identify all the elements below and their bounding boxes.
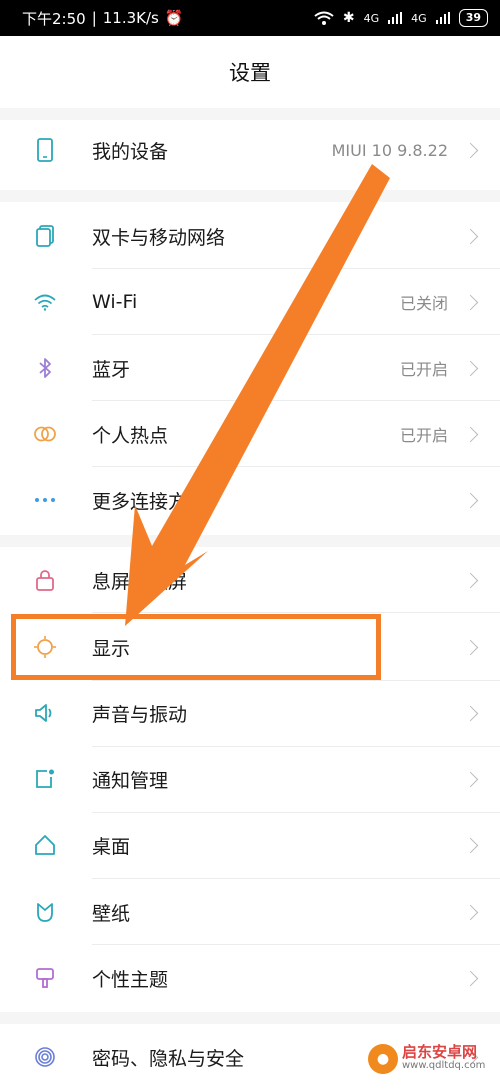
wifi-icon: [314, 11, 334, 25]
chevron-right-icon: [462, 771, 479, 787]
brush-icon: [33, 966, 57, 990]
watermark-url: www.qdltdq.com: [402, 1060, 486, 1071]
settings-item-label: 通知管理: [92, 769, 169, 792]
status-time: 下午2:50: [22, 9, 86, 28]
divider: [92, 612, 500, 613]
fingerprint-icon: [33, 1045, 57, 1069]
speaker-icon: [33, 701, 57, 725]
tulip-icon: [33, 900, 57, 924]
page-title: 设置: [229, 61, 271, 85]
signal-icon: [435, 12, 450, 24]
battery-icon: 39: [458, 9, 488, 27]
settings-item-my-device[interactable]: 我的设备 MIUI 10 9.8.22: [0, 117, 500, 183]
watermark-logo-icon: ●: [368, 1044, 398, 1074]
settings-item-value: 已开启: [399, 426, 448, 445]
settings-item-label: Wi-Fi: [92, 291, 138, 313]
settings-item-label: 蓝牙: [92, 358, 131, 381]
settings-item-more-connections[interactable]: 更多连接方式: [0, 467, 500, 533]
chevron-right-icon: [462, 837, 479, 853]
settings-item-label: 壁纸: [92, 902, 131, 925]
notification-icon: [33, 767, 57, 791]
chevron-right-icon: [462, 705, 479, 721]
settings-item-hotspot[interactable]: 个人热点 已开启: [0, 401, 500, 467]
phone-icon: [33, 138, 57, 162]
settings-item-label: 个性主题: [92, 968, 169, 991]
watermark-title: 启东安卓网: [402, 1043, 478, 1061]
settings-item-label: 密码、隐私与安全: [92, 1047, 245, 1070]
highlight-box: [11, 614, 381, 680]
section-gap: [0, 535, 500, 547]
signal-icon: [388, 12, 403, 24]
settings-item-sim[interactable]: 双卡与移动网络: [0, 203, 500, 269]
chevron-right-icon: [462, 970, 479, 986]
section-gap: [0, 1012, 500, 1024]
settings-item-label: 双卡与移动网络: [92, 226, 226, 249]
watermark: ● 启东安卓网 www.qdltdq.com: [368, 1044, 485, 1074]
chevron-right-icon: [462, 904, 479, 920]
chevron-right-icon: [462, 360, 479, 376]
signal-2: 4G: [411, 11, 427, 25]
settings-item-notifications[interactable]: 通知管理: [0, 746, 500, 812]
settings-item-value: MIUI 10 9.8.22: [331, 140, 448, 160]
settings-item-sound[interactable]: 声音与振动: [0, 680, 500, 746]
settings-item-label: 息屏与锁屏: [92, 570, 188, 593]
settings-item-value: 已开启: [399, 360, 448, 379]
settings-item-lock-screen[interactable]: 息屏与锁屏: [0, 547, 500, 613]
settings-item-wifi[interactable]: Wi-Fi 已关闭: [0, 269, 500, 335]
settings-item-label: 个人热点: [92, 424, 169, 447]
home-icon: [33, 833, 57, 857]
status-speed: 11.3K/s: [102, 9, 159, 27]
alarm-icon: ⏰: [164, 9, 184, 27]
chevron-right-icon: [462, 228, 479, 244]
settings-item-desktop[interactable]: 桌面: [0, 812, 500, 878]
wifi-icon: [33, 290, 57, 314]
chevron-right-icon: [462, 639, 479, 655]
hotspot-icon: [33, 422, 57, 446]
chevron-right-icon: [462, 492, 479, 508]
settings-item-theme[interactable]: 个性主题: [0, 945, 500, 1011]
chevron-right-icon: [462, 142, 479, 158]
sim-card-icon: [33, 224, 57, 248]
chevron-right-icon: [462, 572, 479, 588]
settings-item-wallpaper[interactable]: 壁纸: [0, 879, 500, 945]
chevron-right-icon: [462, 426, 479, 442]
signal-1: 4G: [363, 11, 380, 25]
settings-item-label: 更多连接方式: [92, 490, 207, 513]
status-bar: 下午2:50 | 11.3K/s ⏰ ✱ 4G 4G 39: [0, 0, 500, 36]
settings-item-bluetooth[interactable]: 蓝牙 已开启: [0, 335, 500, 401]
chevron-right-icon: [462, 294, 479, 310]
settings-item-label: 我的设备: [92, 140, 169, 163]
settings-item-label: 桌面: [92, 835, 131, 858]
more-dots-icon: [33, 488, 57, 512]
section-gap: [0, 190, 500, 202]
settings-item-label: 声音与振动: [92, 703, 188, 726]
bluetooth-icon: [33, 356, 57, 380]
lock-icon: [33, 568, 57, 592]
settings-item-value: 已关闭: [399, 294, 448, 313]
bluetooth-status-icon: ✱: [342, 10, 355, 26]
